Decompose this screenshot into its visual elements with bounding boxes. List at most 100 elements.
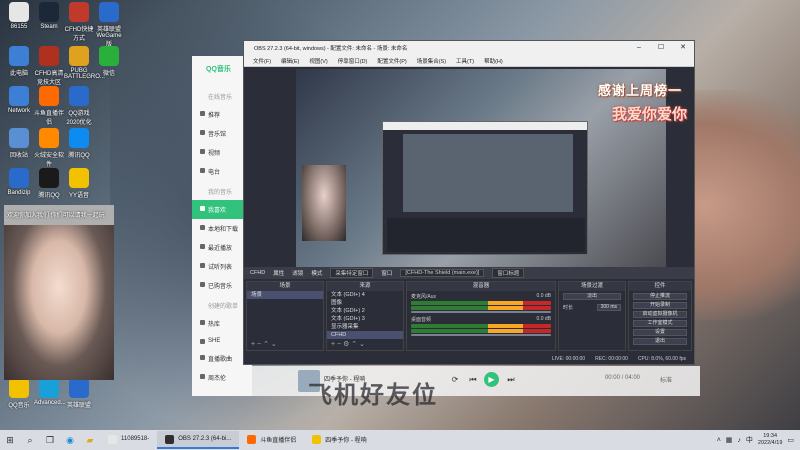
desktop-icon[interactable]: 英雄联盟 <box>64 378 94 409</box>
desktop-icon[interactable]: 腾讯QQ <box>64 128 94 159</box>
desktop-icon[interactable]: 此电脑 <box>4 46 34 77</box>
start-icon[interactable]: ⊞ <box>3 434 17 446</box>
desktop-icon-label: PUBG BATTLEGRO... <box>64 68 105 80</box>
app-icon <box>312 434 322 444</box>
play-button[interactable]: ▶ <box>484 372 499 387</box>
control-button[interactable]: 设置 <box>633 329 687 336</box>
controls-title: 控件 <box>629 282 691 291</box>
taskbar-app[interactable]: 11089518- <box>100 431 157 449</box>
loop-icon[interactable]: ⟳ <box>448 373 462 387</box>
control-button[interactable]: 停止推流 <box>633 293 687 300</box>
quality-badge[interactable]: 标准 <box>660 375 672 384</box>
control-button[interactable]: 工作室模式 <box>633 320 687 327</box>
volume-meter <box>411 301 551 305</box>
clock[interactable]: 19:34 2022/4/19 <box>758 433 782 447</box>
notification-icon[interactable]: ▭ <box>787 436 794 444</box>
properties-button[interactable]: 属性 <box>273 269 284 277</box>
desktop-icon[interactable]: CFHD高清竞技大区 <box>34 46 64 86</box>
desktop-icon[interactable]: 微信 <box>94 46 124 77</box>
desktop-icon-label: 此电脑 <box>9 71 28 77</box>
app-icon <box>247 434 257 444</box>
desktop-icon[interactable]: 火绒安全软件 <box>34 128 64 168</box>
desktop-icon[interactable]: 86155 <box>4 2 34 30</box>
priority-select[interactable]: 窗口标题 <box>492 268 525 278</box>
source-name: CFHD <box>250 270 266 276</box>
playlist-item[interactable]: 周杰伦 <box>192 368 252 387</box>
desktop-icon[interactable]: QQ音乐 <box>4 378 34 409</box>
channel-name: 桌面音频 <box>411 317 432 323</box>
desktop-icon-label: 腾讯QQ <box>68 153 90 159</box>
desktop-icon[interactable]: QQ游戏 2020优化 <box>64 86 94 126</box>
source-item[interactable]: CFHD <box>327 331 403 339</box>
mode-select[interactable]: 采集特定窗口 <box>330 268 374 278</box>
folder-icon[interactable]: ▰ <box>83 434 97 446</box>
network-icon[interactable]: ▦ <box>726 436 733 444</box>
desktop-icon[interactable]: 腾讯QQ <box>34 168 64 199</box>
source-item[interactable]: 显示器采集 <box>327 323 403 331</box>
obs-preview[interactable] <box>296 69 666 269</box>
minimize-icon[interactable]: – <box>628 41 650 55</box>
filters-button[interactable]: 滤镜 <box>292 269 303 277</box>
menu-item[interactable]: 场景集合(S) <box>412 55 451 66</box>
desktop-icon[interactable]: Advanced... <box>34 378 66 406</box>
menu-item[interactable]: 停靠窗口(D) <box>333 55 373 66</box>
volume-slider[interactable] <box>411 334 551 336</box>
input-language[interactable]: 中 <box>746 435 753 445</box>
control-button[interactable]: 开始录制 <box>633 302 687 309</box>
source-item[interactable]: 图像 <box>327 299 403 307</box>
menu-item[interactable]: 编辑(E) <box>276 55 304 66</box>
sources-toolbar[interactable]: + − ⚙ ⌃ ⌄ <box>331 340 365 348</box>
desktop-icon-label: Steam <box>40 24 58 30</box>
transitions-dock: 场景过渡 淡出 时长 300 ms <box>558 281 626 351</box>
overlay-banner-top: 感谢上周榜一 <box>598 83 683 98</box>
control-button[interactable]: 退出 <box>633 338 687 345</box>
scenes-toolbar[interactable]: + − ⌃ ⌄ <box>251 340 277 348</box>
edge-icon[interactable]: ◉ <box>63 434 77 446</box>
desktop-icon[interactable]: Network <box>4 86 34 114</box>
desktop-icon[interactable]: CFHD快捷方式 <box>64 2 94 42</box>
scene-item[interactable]: 场景 <box>247 291 323 299</box>
desktop-icon[interactable]: 回收站 <box>4 128 34 159</box>
maximize-icon[interactable]: ☐ <box>650 41 672 55</box>
menu-item[interactable]: 文件(F) <box>248 55 276 66</box>
taskbar-app[interactable]: 斗鱼直播伴侣 <box>239 431 304 449</box>
duration-input[interactable]: 300 ms <box>596 304 621 311</box>
source-item[interactable]: 文本 (GDI+) 3 <box>327 315 403 323</box>
menu-item[interactable]: 视图(V) <box>304 55 332 66</box>
next-button[interactable]: ⏭ <box>504 373 518 387</box>
desktop-icon[interactable]: 斗鱼直播伴侣 <box>34 86 64 126</box>
menu-item[interactable]: 帮助(H) <box>479 55 508 66</box>
desktop-icon[interactable]: 英雄联盟WeGame版 <box>94 2 124 48</box>
source-item[interactable]: 文本 (GDI+) 4 <box>327 291 403 299</box>
task-view-icon[interactable]: ❐ <box>43 434 57 446</box>
desktop-icon-label: Advanced... <box>34 400 66 406</box>
prev-button[interactable]: ⏮ <box>466 373 480 387</box>
menu-item[interactable]: 配置文件(P) <box>372 55 411 66</box>
volume-icon[interactable]: ♪ <box>737 437 741 444</box>
control-button[interactable]: 启动虚拟摄像机 <box>633 311 687 318</box>
desktop-icon[interactable]: PUBG BATTLEGRO... <box>64 46 105 80</box>
controls-dock: 控件 停止推流开始录制启动虚拟摄像机 工作室模式设置退出 <box>628 281 692 351</box>
taskbar-app[interactable]: 四季予你 - 程响 <box>304 431 374 449</box>
app-icon <box>9 378 29 398</box>
obs-titlebar[interactable]: OBS 27.2.3 (64-bit, windows) - 配置文件: 未命名… <box>244 41 694 55</box>
menu-item[interactable]: 工具(T) <box>451 55 479 66</box>
transition-type-select[interactable]: 淡出 <box>563 293 621 300</box>
taskbar-app[interactable]: OBS 27.2.3 (64-bi... <box>157 431 240 449</box>
taskbar-app-label: OBS 27.2.3 (64-bi... <box>178 436 232 442</box>
desktop-icon[interactable]: Bandizip <box>4 168 34 196</box>
window-select[interactable]: [CFHD-The Shield (main.exe)] <box>400 269 485 277</box>
mixer-channel: 桌面音频 0.0 dB <box>407 314 555 336</box>
app-icon <box>39 2 59 22</box>
channel-db: 0.0 dB <box>536 316 551 322</box>
close-icon[interactable]: ✕ <box>672 41 694 55</box>
desktop-icon[interactable]: YY语音 <box>64 168 94 199</box>
desktop-icon[interactable]: Steam <box>34 2 64 30</box>
tray-chevron-icon[interactable]: ˄ <box>717 437 721 444</box>
scenes-title: 场景 <box>247 282 323 291</box>
search-icon[interactable]: ⌕ <box>23 434 37 446</box>
app-icon <box>39 128 59 148</box>
sources-dock: 来源 文本 (GDI+) 4 图像 文本 (GDI+) 2 文本 (GDI+) 3 显示… <box>326 281 404 351</box>
source-item[interactable]: 文本 (GDI+) 2 <box>327 307 403 315</box>
volume-slider[interactable] <box>411 311 551 313</box>
